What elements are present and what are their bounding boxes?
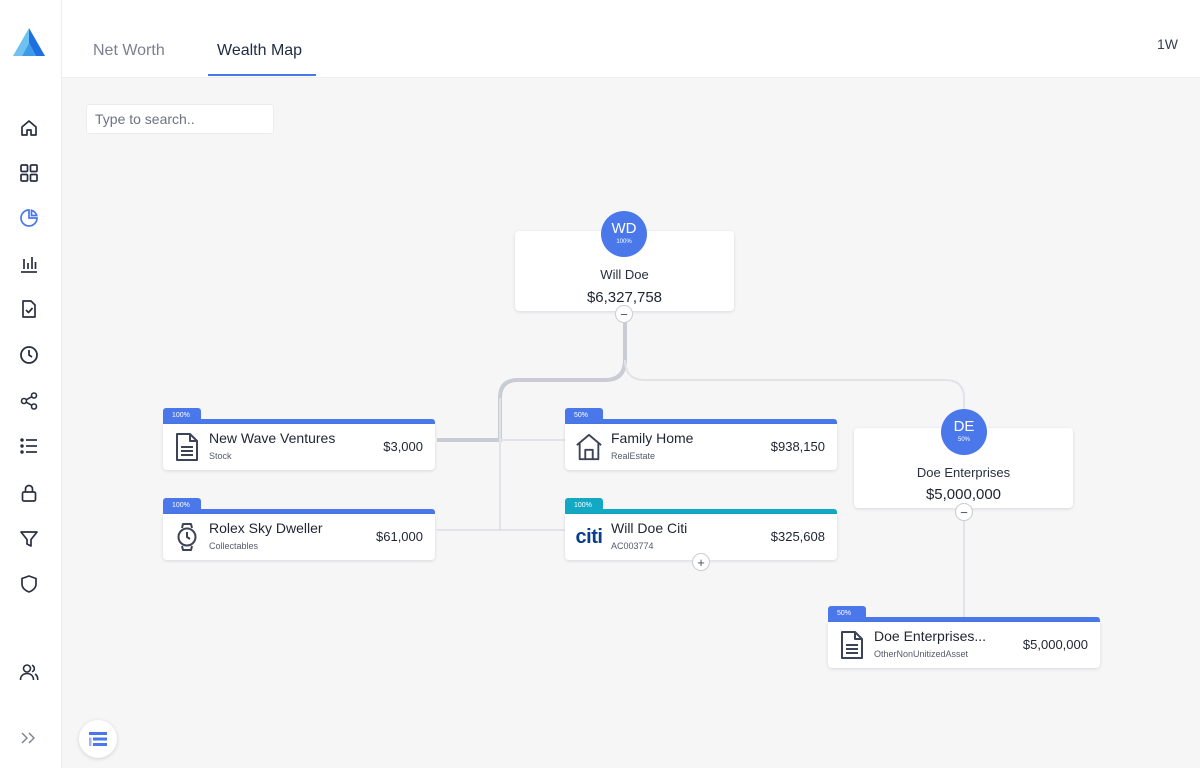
expand-chevrons-icon[interactable] — [17, 726, 41, 750]
pie-chart-icon[interactable] — [17, 206, 41, 230]
asset-card-body: Doe Enterprises... OtherNonUnitizedAsset… — [828, 622, 1100, 668]
app-logo-icon[interactable] — [12, 27, 46, 57]
asset-value: $3,000 — [383, 439, 423, 454]
asset-type: RealEstate — [611, 451, 656, 461]
asset-type: Stock — [209, 451, 232, 461]
citi-logo-text: citi — [575, 525, 603, 548]
asset-value: $61,000 — [376, 529, 423, 544]
share-icon[interactable] — [17, 389, 41, 413]
users-icon[interactable] — [17, 660, 41, 684]
asset-value: $325,608 — [770, 529, 825, 544]
active-tab-indicator — [208, 74, 316, 76]
owner-name: Doe Enterprises — [916, 465, 1011, 480]
asset-name: Will Doe Citi — [611, 520, 688, 536]
owner-value: $5,000,000 — [925, 486, 1002, 503]
avatar-percentage: 100% — [616, 239, 632, 245]
collapse-button[interactable]: − — [615, 305, 633, 323]
asset-card-rolex-sky-dweller[interactable]: 100% Rolex Sky Dweller Collectables $61,… — [163, 498, 435, 562]
filter-icon[interactable] — [17, 527, 41, 551]
bar-chart-icon[interactable] — [17, 252, 41, 276]
tab-net-worth[interactable]: Net Worth — [93, 42, 165, 60]
collapse-icon: − — [620, 306, 628, 322]
search-input[interactable] — [86, 104, 274, 134]
top-bar: Net Worth Wealth Map 1W — [62, 0, 1200, 78]
collapse-icon: − — [960, 504, 968, 520]
house-icon — [575, 432, 603, 462]
avatar-initials: DE — [953, 418, 975, 435]
period-selector[interactable]: 1W — [1157, 36, 1178, 52]
tab-wealth-map[interactable]: Wealth Map — [217, 42, 302, 60]
expand-button[interactable]: + — [692, 553, 710, 571]
document-check-icon[interactable] — [17, 297, 41, 321]
asset-card-body: New Wave Ventures Stock $3,000 — [163, 424, 435, 470]
asset-type: AC003774 — [611, 541, 654, 551]
expand-icon: + — [697, 554, 705, 570]
avatar: DE 50% — [941, 409, 987, 455]
legend-list-icon — [89, 732, 107, 746]
watch-icon — [173, 522, 201, 552]
sidebar — [0, 0, 62, 768]
owner-name: Will Doe — [600, 267, 649, 282]
legend-toggle-button[interactable] — [79, 720, 117, 758]
home-icon[interactable] — [17, 116, 41, 140]
avatar: WD 100% — [601, 211, 647, 257]
citi-logo-icon: citi — [574, 522, 604, 552]
asset-card-family-home[interactable]: 50% Family Home RealEstate $938,150 — [565, 408, 837, 472]
asset-type: Collectables — [209, 541, 259, 551]
avatar-percentage: 50% — [957, 437, 970, 443]
owner-value: $6,327,758 — [586, 289, 663, 306]
lock-icon[interactable] — [17, 481, 41, 505]
asset-value: $938,150 — [770, 439, 825, 454]
asset-card-body: Rolex Sky Dweller Collectables $61,000 — [163, 514, 435, 560]
asset-name: Rolex Sky Dweller — [209, 520, 323, 536]
asset-card-new-wave-ventures[interactable]: 100% New Wave Ventures Stock $3,000 — [163, 408, 435, 472]
document-icon — [838, 630, 866, 660]
list-icon[interactable] — [17, 434, 41, 458]
document-icon — [173, 432, 201, 462]
asset-name: Doe Enterprises... — [874, 628, 987, 644]
asset-value: $5,000,000 — [1022, 637, 1088, 652]
clock-icon[interactable] — [17, 343, 41, 367]
asset-card-body: Family Home RealEstate $938,150 — [565, 424, 837, 470]
asset-card-doe-enterprises[interactable]: 50% Doe Enterprises... OtherNonUnitizedA… — [828, 606, 1100, 670]
dashboard-grid-icon[interactable] — [17, 161, 41, 185]
collapse-button[interactable]: − — [955, 503, 973, 521]
asset-name: New Wave Ventures — [209, 430, 336, 446]
avatar-initials: WD — [611, 220, 637, 237]
asset-name: Family Home — [611, 430, 694, 446]
shield-icon[interactable] — [17, 572, 41, 596]
asset-type: OtherNonUnitizedAsset — [874, 649, 969, 659]
